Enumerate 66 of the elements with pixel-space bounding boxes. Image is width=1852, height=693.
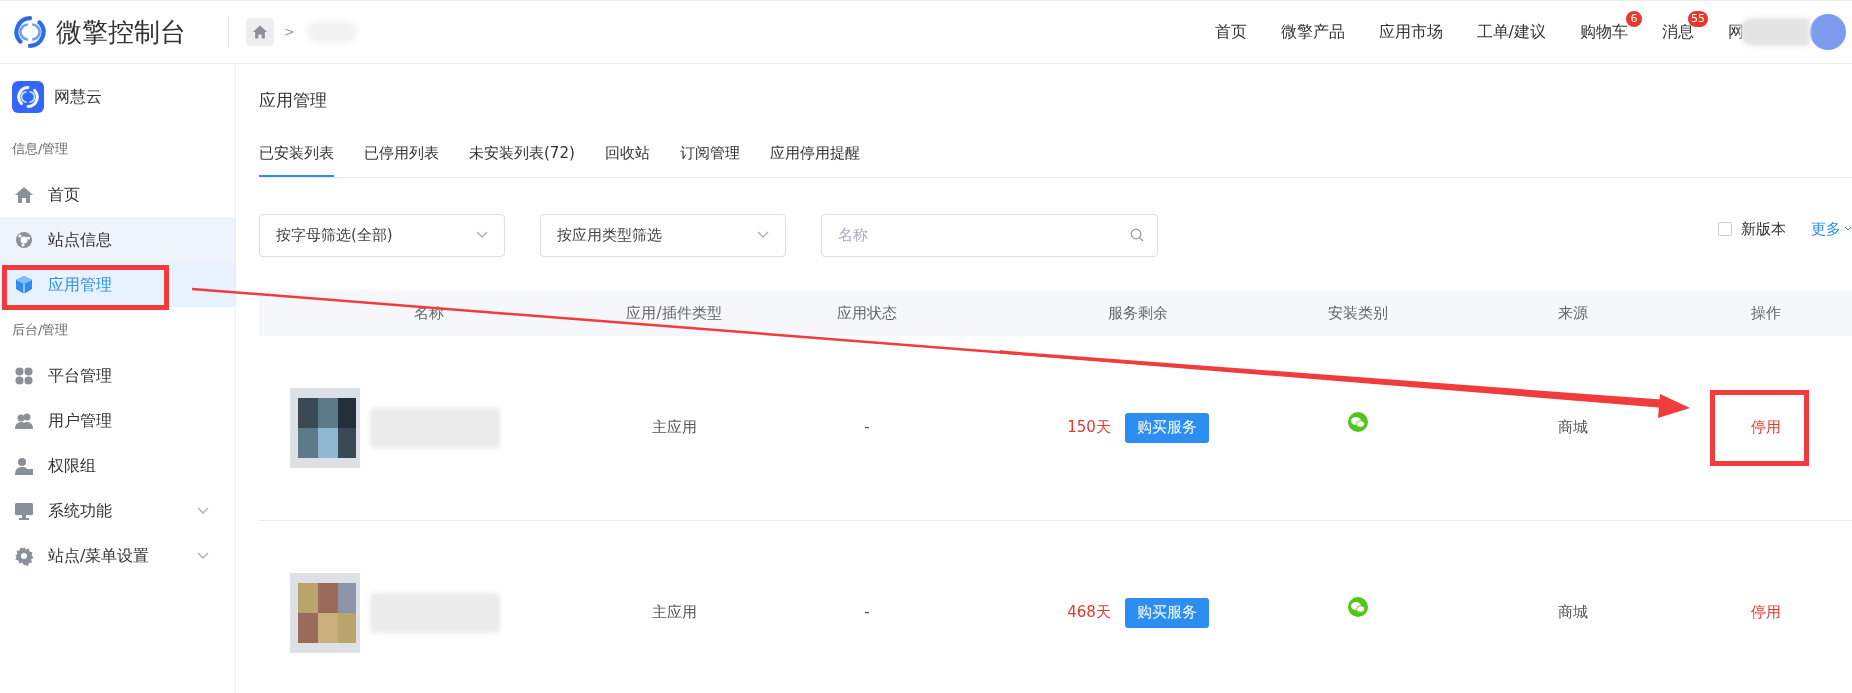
column-header: 服务剩余 <box>1107 302 1169 324</box>
checkbox[interactable] <box>1718 221 1732 236</box>
sidebar-item[interactable]: 首页 <box>0 172 235 217</box>
column-header: 应用/插件类型 <box>625 302 723 324</box>
sidebar-item[interactable]: 平台管理 <box>0 353 235 398</box>
tab[interactable]: 已停用列表 <box>364 142 439 177</box>
tab[interactable]: 应用停用提醒 <box>769 142 860 177</box>
chevron-down-icon <box>1844 225 1852 232</box>
tab[interactable]: 已安装列表 <box>259 142 334 177</box>
settings-icon <box>14 545 34 566</box>
table-cell-text: - <box>863 602 871 624</box>
nav-link[interactable]: 微擎产品 <box>1280 22 1345 41</box>
sidebar-item[interactable]: 站点/菜单设置 <box>0 533 235 578</box>
select-field[interactable]: 按字母筛选(全部) <box>259 213 505 257</box>
wechat-icon <box>1347 595 1369 618</box>
column-header: 来源 <box>1557 302 1589 324</box>
table-cell-text: 商城 <box>1557 602 1589 624</box>
user-lock-icon <box>14 455 34 476</box>
sidebar-item[interactable]: 站点信息 <box>0 217 235 262</box>
nav-link[interactable]: 购物车 <box>1580 22 1628 41</box>
page-title: 应用管理 <box>259 89 328 112</box>
checkbox-label: 新版本 <box>1741 218 1786 240</box>
section-label: 后台/管理 <box>12 321 69 340</box>
globe-icon <box>14 229 34 250</box>
remaining-days: 468天 <box>1067 601 1111 624</box>
search-icon <box>1130 227 1144 242</box>
brand-name: 网慧云 <box>54 86 102 108</box>
column-header: 操作 <box>1750 302 1782 324</box>
sidebar-item[interactable]: 系统功能 <box>0 488 235 533</box>
disable-link[interactable]: 停用 <box>1751 416 1781 439</box>
table-cell-text: 商城 <box>1557 417 1589 439</box>
nav-link[interactable]: 首页 <box>1214 22 1247 41</box>
nav-link[interactable]: 应用市场 <box>1378 22 1443 41</box>
brand-logo-icon <box>12 81 44 113</box>
sidebar-item[interactable]: 权限组 <box>0 443 235 488</box>
table-cell-text: 主应用 <box>650 417 698 439</box>
user-avatar[interactable] <box>1810 14 1846 50</box>
search-field[interactable]: 名称 <box>821 213 1158 257</box>
breadcrumb-separator: > <box>284 23 295 42</box>
more-link[interactable]: 更多 <box>1811 217 1852 240</box>
count-badge: 6 <box>1626 11 1642 27</box>
remaining-days: 150天 <box>1067 416 1111 439</box>
app-title: 微擎控制台 <box>56 15 186 49</box>
tab[interactable]: 订阅管理 <box>679 142 740 177</box>
logo-icon <box>14 16 46 48</box>
home-icon <box>14 184 34 205</box>
wechat-icon <box>1347 410 1369 433</box>
section-label: 信息/管理 <box>12 140 69 159</box>
disable-link[interactable]: 停用 <box>1751 601 1781 624</box>
home-icon <box>252 24 268 40</box>
tab[interactable]: 未安装列表(72) <box>469 142 575 177</box>
monitor-icon <box>14 500 34 521</box>
grid-icon <box>14 365 34 386</box>
sidebar-item[interactable]: 用户管理 <box>0 398 235 443</box>
user-name: 网 <box>1728 21 1744 43</box>
nav-link[interactable]: 工单/建议 <box>1476 22 1546 41</box>
column-header: 应用状态 <box>836 302 898 324</box>
column-header: 安装类别 <box>1327 302 1389 324</box>
select-field[interactable]: 按应用类型筛选 <box>540 213 786 257</box>
tab[interactable]: 回收站 <box>604 142 650 177</box>
home-button[interactable] <box>246 18 274 46</box>
table-cell-text: 主应用 <box>650 602 698 624</box>
cube-icon <box>14 274 34 295</box>
table-cell-text: - <box>863 417 871 439</box>
chevron-down-icon <box>757 231 769 239</box>
chevron-down-icon <box>476 231 488 239</box>
